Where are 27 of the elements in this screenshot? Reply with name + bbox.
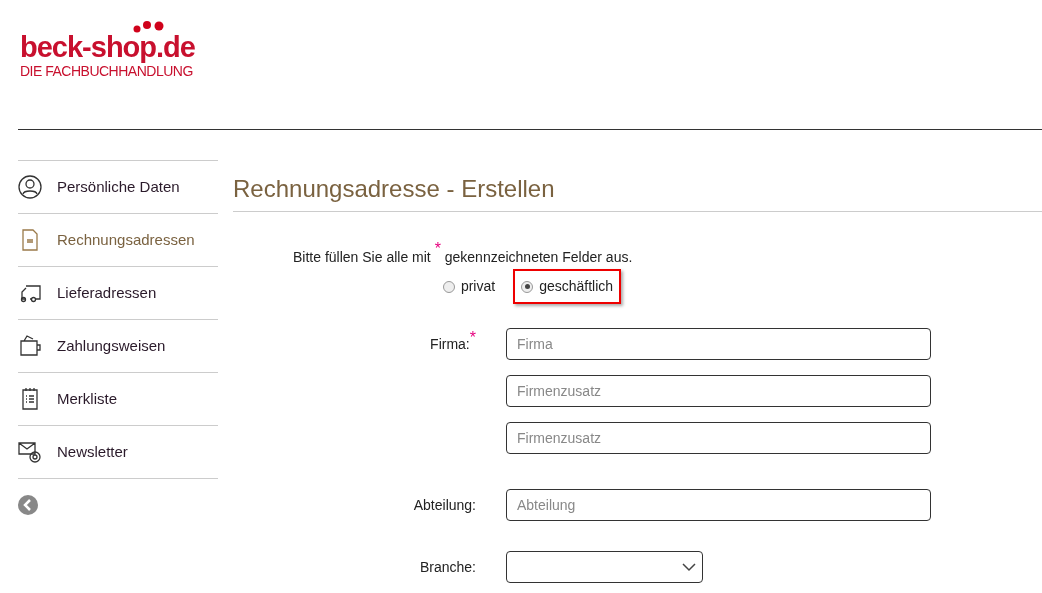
text-field[interactable]: Firmenzusatz — [506, 422, 931, 454]
mail-icon — [18, 440, 42, 464]
text-field[interactable]: Firmenzusatz — [506, 375, 931, 407]
wallet-icon — [18, 334, 42, 358]
required-mark: * — [469, 329, 476, 346]
field-label: Firma: — [430, 336, 470, 352]
back-icon[interactable] — [18, 495, 38, 515]
radio-button[interactable] — [521, 280, 534, 293]
sidebar-item[interactable]: Lieferadressen — [18, 266, 218, 319]
radio-button[interactable] — [442, 280, 455, 293]
text-field[interactable]: Abteilung — [506, 489, 931, 521]
person-icon — [18, 175, 42, 199]
chevron-down-icon — [682, 562, 696, 572]
field-label: Abteilung: — [413, 497, 476, 513]
radio-option[interactable]: privat — [434, 269, 504, 304]
dots-icon — [132, 20, 166, 34]
sidebar-item[interactable]: Merkliste — [18, 372, 218, 425]
sidebar-item[interactable]: Persönliche Daten — [18, 160, 218, 213]
sidebar-item[interactable]: Newsletter — [18, 425, 218, 478]
page-title: Rechnungsadresse - Erstellen — [233, 160, 1042, 212]
field-label: Branche: — [419, 559, 476, 575]
radio-option[interactable]: geschäftlich — [513, 269, 622, 304]
sidebar-item[interactable]: Rechnungsadressen — [18, 213, 218, 266]
sidebar-item[interactable]: Zahlungsweisen — [18, 319, 218, 372]
text-field[interactable]: Firma — [506, 328, 931, 360]
logo-tagline: DIE FACHBUCHHANDLUNG — [20, 64, 193, 78]
dropdown[interactable] — [506, 551, 703, 583]
